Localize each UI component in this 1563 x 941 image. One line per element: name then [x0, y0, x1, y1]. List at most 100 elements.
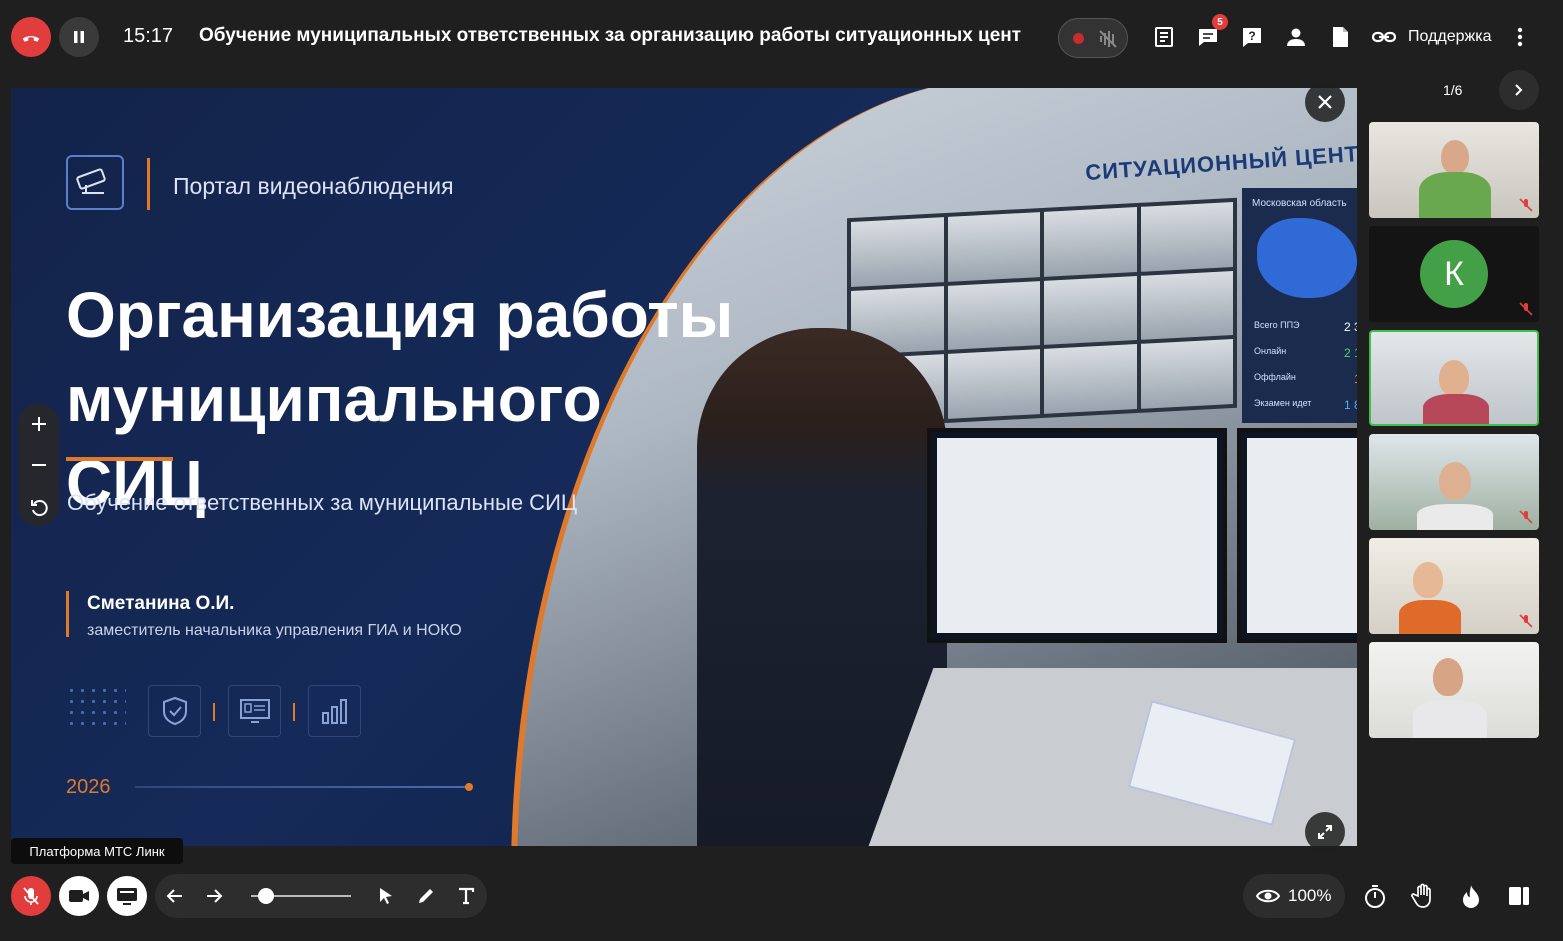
raise-hand-button[interactable]: [1409, 882, 1437, 910]
chevron-right-icon: [1515, 84, 1523, 96]
eye-icon: [1256, 889, 1280, 903]
hand-icon: [1411, 883, 1431, 908]
next-slide-button[interactable]: [203, 885, 225, 907]
reactions-button[interactable]: [1457, 882, 1485, 910]
map-title: Московская область: [1252, 198, 1347, 209]
logo-divider: [147, 158, 150, 210]
questions-icon[interactable]: ?: [1239, 24, 1265, 50]
stat-row: Экзамен идет1 892: [1254, 398, 1357, 412]
noise-cancel-icon: [1099, 30, 1117, 48]
phone-hangup-icon: [22, 36, 40, 42]
stat-row: Оффлайн196: [1254, 372, 1357, 386]
camera-logo-icon: [66, 155, 124, 210]
presentation-slide: СИТУАЦИОННЫЙ ЦЕНТР Московская область Вс…: [11, 88, 1357, 846]
zoom-in-button[interactable]: [18, 404, 59, 444]
monitor-side: [1237, 428, 1357, 643]
arrow-left-icon: [166, 889, 182, 903]
pause-icon: [74, 31, 84, 43]
mic-off-icon: [1519, 614, 1533, 628]
slide-year: 2026: [66, 776, 111, 798]
shield-icon: [148, 685, 201, 737]
wall-title: СИТУАЦИОННЫЙ ЦЕНТР: [1084, 139, 1357, 186]
chat-unread-badge: 5: [1212, 14, 1228, 30]
top-bar: 15:17 Обучение муниципальных ответственн…: [0, 0, 1563, 76]
participant-video: [1433, 658, 1463, 696]
microphone-toggle-button[interactable]: [11, 876, 51, 916]
slide-subtitle: Обучение ответственных за муниципальные …: [67, 490, 578, 515]
slide-headline: Организация работы муниципального СИЦ: [66, 273, 746, 525]
mic-off-icon: [1519, 198, 1533, 212]
participants-pager: 1/6: [1443, 82, 1463, 98]
camera-icon: [69, 890, 89, 902]
presentation-tools: [155, 874, 487, 918]
pen-tool-button[interactable]: [415, 885, 437, 907]
participants-icon[interactable]: [1283, 24, 1309, 50]
more-menu-icon[interactable]: [1507, 24, 1533, 50]
icon-divider: [293, 703, 295, 721]
previous-slide-button[interactable]: [164, 885, 186, 907]
camera-toggle-button[interactable]: [59, 876, 99, 916]
plus-icon: [31, 417, 46, 431]
avatar: К: [1420, 240, 1488, 308]
participant-tile-active-speaker[interactable]: [1369, 330, 1539, 426]
participant-tile[interactable]: К: [1369, 226, 1539, 322]
cursor-icon: [380, 888, 392, 904]
close-icon: [1318, 95, 1332, 109]
author-accent: [66, 591, 69, 637]
region-map-shape: [1257, 218, 1357, 298]
flame-icon: [1463, 885, 1479, 908]
year-line: [135, 786, 468, 788]
sidebar-layout-icon: [1509, 887, 1529, 905]
view-zoom-control[interactable]: 100%: [1243, 874, 1345, 918]
stats-list: Всего ППЭ2 350 Онлайн2 154 Оффлайн196 Эк…: [1254, 320, 1357, 424]
meeting-title: Обучение муниципальных ответственных за …: [199, 25, 1022, 46]
mic-off-icon: [23, 887, 39, 905]
pointer-tool-button[interactable]: [375, 885, 397, 907]
participant-tile[interactable]: [1369, 122, 1539, 218]
bar-chart-icon: [308, 685, 361, 737]
participant-video: [1439, 462, 1471, 500]
stopwatch-icon: [1365, 885, 1385, 908]
screen-share-button[interactable]: [107, 876, 147, 916]
agenda-icon[interactable]: [1151, 24, 1177, 50]
reset-zoom-button[interactable]: [18, 488, 59, 528]
headline-underline: [66, 457, 173, 461]
author-role: заместитель начальника управления ГИА и …: [87, 622, 462, 639]
pause-button[interactable]: [59, 17, 99, 57]
participant-video: [1439, 360, 1469, 396]
fullscreen-button[interactable]: [1305, 812, 1345, 852]
platform-tooltip: Платформа МТС Линк: [11, 838, 183, 864]
meeting-timer: 15:17: [123, 25, 174, 47]
file-icon[interactable]: [1327, 24, 1353, 50]
link-icon[interactable]: [1371, 24, 1397, 50]
mic-off-icon: [1519, 510, 1533, 524]
icon-divider: [213, 703, 215, 721]
participant-tile[interactable]: [1369, 434, 1539, 530]
pencil-icon: [419, 889, 433, 903]
map-panel: Московская область Всего ППЭ2 350 Онлайн…: [1242, 188, 1357, 423]
layout-toggle-button[interactable]: [1505, 882, 1533, 910]
dot-pattern: [66, 685, 126, 725]
participant-tile[interactable]: [1369, 642, 1539, 738]
year-dot: [465, 783, 473, 791]
next-page-button[interactable]: [1499, 70, 1539, 110]
author-name: Сметанина О.И.: [87, 593, 235, 614]
expand-icon: [1318, 825, 1332, 839]
support-link[interactable]: Поддержка: [1408, 28, 1491, 46]
participant-tile[interactable]: [1369, 538, 1539, 634]
record-dot-icon: [1073, 33, 1084, 44]
reset-icon: [30, 500, 48, 517]
monitor-icon: [228, 685, 281, 737]
timer-button[interactable]: [1361, 882, 1389, 910]
recording-toggle[interactable]: [1058, 18, 1128, 58]
end-call-button[interactable]: [11, 17, 51, 57]
text-tool-button[interactable]: [455, 885, 477, 907]
monitor-main: [927, 428, 1227, 643]
close-presentation-button[interactable]: [1305, 82, 1345, 122]
zoom-out-button[interactable]: [18, 445, 59, 485]
stat-row: Онлайн2 154: [1254, 346, 1357, 360]
slider-handle[interactable]: [258, 888, 274, 904]
participant-video: [1441, 140, 1469, 174]
arrow-right-icon: [207, 889, 223, 903]
portal-label: Портал видеонаблюдения: [173, 173, 454, 199]
